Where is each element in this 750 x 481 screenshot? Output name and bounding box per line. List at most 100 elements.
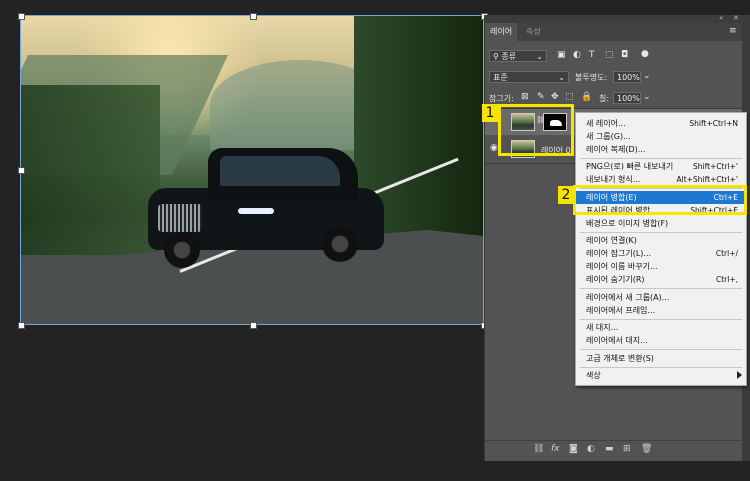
- menu-item-label: 레이어 숨기기(R): [586, 275, 645, 284]
- lock-position-icon[interactable]: ✥: [551, 92, 559, 102]
- menu-item-link-layers[interactable]: 레이어 연결(K): [576, 234, 746, 247]
- layers-bottom-bar: ⛓ fx ◙ ◐ ▬ ⊞ 🗑: [485, 440, 743, 459]
- filter-smart-object-icon[interactable]: ◘: [621, 50, 628, 60]
- menu-item-label: 레이어에서 프레임...: [586, 306, 656, 315]
- menu-item-label: 배경으로 이미지 병합(F): [586, 219, 669, 228]
- car-grill: [158, 204, 202, 232]
- car-headlight: [238, 208, 274, 214]
- fill-field[interactable]: 100%: [613, 92, 641, 104]
- annotation-box-step2: [573, 185, 747, 215]
- transform-handle-bottom[interactable]: [250, 322, 257, 329]
- opacity-field[interactable]: 100%: [613, 71, 641, 83]
- transform-handle-bottom-left[interactable]: [18, 322, 25, 329]
- transform-handle-top-left[interactable]: [18, 13, 25, 20]
- lock-label: 잠그기:: [489, 94, 514, 103]
- menu-item-color[interactable]: 색상: [576, 369, 746, 382]
- menu-item-lock-layers[interactable]: 레이어 잠그기(L)... Ctrl+/: [576, 247, 746, 260]
- annotation-number-step1: 1: [482, 104, 498, 122]
- menu-item-flatten-image[interactable]: 배경으로 이미지 병합(F): [576, 217, 746, 230]
- document-canvas[interactable]: [20, 15, 484, 325]
- lock-transparent-icon[interactable]: ⊠: [521, 92, 529, 102]
- collapse-icon[interactable]: «: [719, 14, 723, 22]
- lock-artboard-icon[interactable]: ⬚: [565, 92, 574, 102]
- menu-separator: [580, 319, 742, 320]
- suv-car: [148, 148, 384, 268]
- search-icon: ⚲: [493, 52, 499, 61]
- menu-item-label: 레이어 연결(K): [586, 236, 637, 245]
- trash-icon[interactable]: 🗑: [641, 444, 652, 454]
- chevron-down-icon: ⌄: [558, 73, 565, 82]
- menu-item-new-artboard[interactable]: 새 대지...: [576, 321, 746, 334]
- menu-item-label: 레이어 이름 바꾸기...: [586, 262, 658, 271]
- car-window: [220, 156, 340, 186]
- menu-item-label: 레이어 복제(D)...: [586, 145, 646, 154]
- menu-item-label: 색상: [586, 371, 601, 380]
- menu-separator: [580, 367, 742, 368]
- filter-toggle-icon[interactable]: ●: [641, 49, 649, 59]
- menu-item-label: 레이어 잠그기(L)...: [586, 249, 652, 258]
- close-icon[interactable]: ✕: [733, 14, 739, 22]
- filter-pixel-icon[interactable]: ▣: [557, 50, 566, 60]
- menu-item-shortcut: Shift+Ctrl+N: [689, 119, 738, 128]
- car-front-wheel: [164, 232, 200, 268]
- menu-item-hide-layer[interactable]: 레이어 숨기기(R) Ctrl+,: [576, 273, 746, 286]
- menu-item-label: 새 그룹(G)...: [586, 132, 631, 141]
- panel-titlebar: « ✕: [485, 14, 743, 23]
- visibility-eye-icon[interactable]: ◉: [490, 143, 498, 153]
- filter-row: ⚲ 종류 ⌄ ▣ ◐ T ⬚ ◘ ●: [485, 48, 743, 64]
- menu-item-label: 레이어에서 대지...: [586, 336, 648, 345]
- lock-all-icon[interactable]: 🔒: [581, 92, 592, 102]
- add-mask-icon[interactable]: ◙: [569, 444, 578, 454]
- menu-item-label: 새 대지...: [586, 323, 619, 332]
- tab-layers[interactable]: 레이어: [485, 23, 518, 41]
- menu-item-group-from-layers[interactable]: 레이어에서 새 그룹(A)...: [576, 291, 746, 304]
- filter-kind-label: 종류: [501, 52, 517, 61]
- menu-item-label: 고급 개체로 변환(S): [586, 354, 654, 363]
- chevron-down-icon: ⌄: [536, 52, 543, 61]
- transform-handle-left[interactable]: [18, 167, 25, 174]
- blend-mode-select[interactable]: 표준 ⌄: [489, 71, 569, 83]
- filter-type-icon[interactable]: T: [589, 50, 595, 60]
- menu-item-new-layer[interactable]: 새 레이어... Shift+Ctrl+N: [576, 117, 746, 130]
- filter-shape-icon[interactable]: ⬚: [605, 50, 614, 60]
- menu-item-label: 레이어에서 새 그룹(A)...: [586, 293, 670, 302]
- car-rear-wheel: [322, 226, 358, 262]
- chevron-down-icon[interactable]: ⌄: [643, 71, 651, 81]
- lock-pixels-icon[interactable]: ✎: [537, 92, 545, 102]
- filter-adjustment-icon[interactable]: ◐: [573, 50, 581, 60]
- menu-item-rename-layer[interactable]: 레이어 이름 바꾸기...: [576, 260, 746, 273]
- tab-properties[interactable]: 속성: [521, 23, 546, 41]
- menu-separator: [580, 158, 742, 159]
- menu-item-quick-export-png[interactable]: PNG으(로) 빠른 내보내기 Shift+Ctrl+': [576, 160, 746, 173]
- transform-handle-top[interactable]: [250, 13, 257, 20]
- menu-item-shortcut: Shift+Ctrl+': [692, 162, 738, 171]
- fill-label: 칠:: [599, 94, 610, 103]
- menu-item-frame-from-layers[interactable]: 레이어에서 프레임...: [576, 304, 746, 317]
- filter-kind-select[interactable]: ⚲ 종류 ⌄: [489, 50, 547, 62]
- menu-item-convert-smart-object[interactable]: 고급 개체로 변환(S): [576, 352, 746, 365]
- menu-separator: [580, 349, 742, 350]
- annotation-box-step1: [498, 104, 574, 156]
- menu-item-duplicate-layer[interactable]: 레이어 복제(D)...: [576, 143, 746, 156]
- new-layer-icon[interactable]: ⊞: [623, 444, 631, 454]
- adjustment-layer-icon[interactable]: ◐: [587, 444, 595, 454]
- menu-item-artboard-from-layers[interactable]: 레이어에서 대지...: [576, 334, 746, 347]
- new-group-icon[interactable]: ▬: [605, 444, 614, 454]
- menu-item-label: PNG으(로) 빠른 내보내기: [586, 162, 674, 171]
- panel-menu-icon[interactable]: ≡: [729, 26, 737, 36]
- layer-context-menu: 새 레이어... Shift+Ctrl+N 새 그룹(G)... 레이어 복제(D…: [575, 112, 747, 386]
- annotation-number-step2: 2: [558, 186, 574, 204]
- menu-item-shortcut: Ctrl+,: [715, 275, 738, 284]
- fx-icon[interactable]: fx: [551, 444, 560, 454]
- panel-tabs: 레이어 속성 ≡: [485, 23, 743, 41]
- menu-item-label: 새 레이어...: [586, 119, 626, 128]
- link-layers-icon[interactable]: ⛓: [533, 444, 544, 454]
- menu-separator: [580, 232, 742, 233]
- chevron-down-icon[interactable]: ⌄: [643, 92, 651, 102]
- menu-item-shortcut: Ctrl+/: [715, 249, 738, 258]
- blend-row: 표준 ⌄ 불투명도: 100% ⌄: [485, 69, 743, 85]
- menu-item-new-group[interactable]: 새 그룹(G)...: [576, 130, 746, 143]
- opacity-label: 불투명도:: [575, 73, 608, 82]
- blend-mode-label: 표준: [493, 73, 508, 82]
- submenu-arrow-icon: [737, 371, 742, 379]
